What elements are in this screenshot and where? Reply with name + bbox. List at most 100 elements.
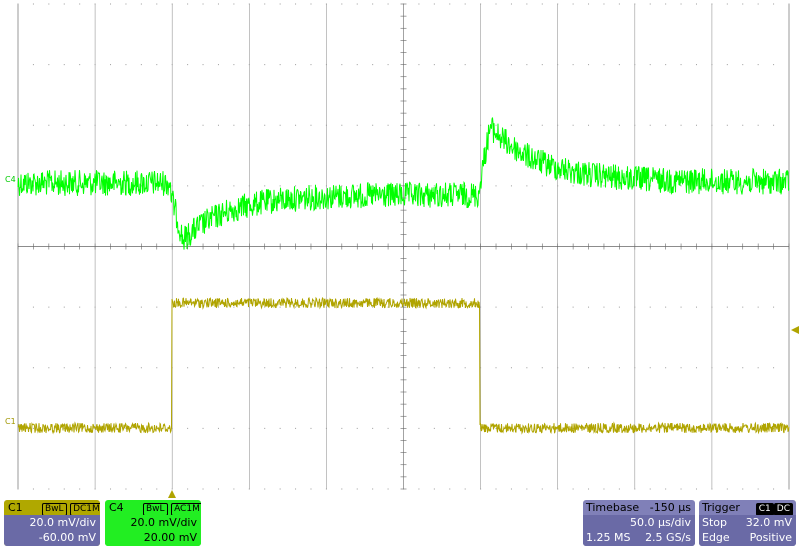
grid-dot <box>295 427 297 429</box>
grid-dot <box>187 427 189 429</box>
grid-dot <box>418 367 420 369</box>
grid-dot <box>572 64 574 66</box>
grid-dot <box>187 64 189 66</box>
grid-dot <box>742 488 744 490</box>
grid-dot <box>264 306 266 308</box>
grid-dot <box>541 306 543 308</box>
c1-channel-panel[interactable]: C1 BwL DC1M 20.0 mV/div -60.00 mV <box>4 500 100 546</box>
grid-dot <box>171 124 173 126</box>
grid-dot <box>356 64 358 66</box>
grid-dot <box>341 367 343 369</box>
grid-dot <box>264 124 266 126</box>
timebase-samples: 1.25 MS <box>586 531 631 544</box>
grid-dot <box>356 367 358 369</box>
c1-coupling-tag: DC1M <box>70 502 100 516</box>
grid-dot <box>773 367 775 369</box>
grid-dot <box>372 124 374 126</box>
grid-dot <box>32 427 34 429</box>
trigger-source-tag: C1 <box>755 502 774 516</box>
grid-dot <box>279 64 281 66</box>
grid-dot <box>634 124 636 126</box>
grid-dot <box>557 185 559 187</box>
timebase-header: Timebase -150 µs <box>583 500 695 515</box>
grid-dot <box>387 427 389 429</box>
grid-dot <box>449 124 451 126</box>
grid-dot <box>279 306 281 308</box>
grid-dot <box>341 124 343 126</box>
grid-dot <box>557 367 559 369</box>
grid-dot <box>788 488 790 490</box>
grid-dot <box>480 124 482 126</box>
grid-dot <box>187 367 189 369</box>
trigger-panel[interactable]: Trigger C1 DC Stop 32.0 mV Edge Positive <box>699 500 796 546</box>
grid-dot <box>217 64 219 66</box>
c4-bw-limit-tag: BwL <box>143 502 168 516</box>
grid-dot <box>17 427 19 429</box>
grid-dot <box>295 306 297 308</box>
grid-dot <box>773 488 775 490</box>
grid-dot <box>557 64 559 66</box>
grid-dot <box>125 64 127 66</box>
grid-dot <box>495 124 497 126</box>
grid-dot <box>217 306 219 308</box>
trigger-header: Trigger C1 DC <box>699 500 796 516</box>
grid-dot <box>325 488 327 490</box>
c1-panel-header: C1 BwL DC1M <box>4 500 100 516</box>
trigger-label: Trigger <box>702 501 740 514</box>
grid-dot <box>557 124 559 126</box>
grid-dot <box>773 124 775 126</box>
grid-dot <box>618 64 620 66</box>
grid-dot <box>726 367 728 369</box>
grid-dot <box>480 306 482 308</box>
grid-dot <box>356 124 358 126</box>
grid-dot <box>449 488 451 490</box>
grid-dot <box>310 427 312 429</box>
grid-dot <box>665 367 667 369</box>
grid-dot <box>510 64 512 66</box>
grid-dot <box>63 306 65 308</box>
timebase-panel[interactable]: Timebase -150 µs 50.0 µs/div 1.25 MS 2.5… <box>583 500 695 546</box>
grid-dot <box>726 124 728 126</box>
grid-dot <box>310 185 312 187</box>
timebase-scale: 50.0 µs/div <box>630 516 691 529</box>
grid-dot <box>541 64 543 66</box>
grid-dot <box>325 185 327 187</box>
grid-dot <box>726 3 728 5</box>
grid-dot <box>695 124 697 126</box>
grid-dot <box>156 367 158 369</box>
grid-dot <box>603 488 605 490</box>
grid-dot <box>248 64 250 66</box>
grid-dot <box>372 3 374 5</box>
grid-dot <box>526 124 528 126</box>
grid-dot <box>387 306 389 308</box>
grid-dot <box>526 185 528 187</box>
grid-dot <box>32 306 34 308</box>
grid-dot <box>32 3 34 5</box>
grid-dot <box>634 306 636 308</box>
grid-dot <box>418 306 420 308</box>
trigger-type: Edge <box>702 531 730 544</box>
grid-dot <box>464 367 466 369</box>
grid-dot <box>233 367 235 369</box>
grid-dot <box>418 488 420 490</box>
grid-dot <box>171 64 173 66</box>
grid-dot <box>665 124 667 126</box>
grid-dot <box>526 306 528 308</box>
grid-dot <box>125 367 127 369</box>
grid-dot <box>480 488 482 490</box>
grid-dot <box>541 3 543 5</box>
grid-dot <box>649 3 651 5</box>
grid-dot <box>48 124 50 126</box>
grid-dot <box>233 3 235 5</box>
grid-dot <box>140 64 142 66</box>
grid-dot <box>372 367 374 369</box>
grid-dot <box>726 64 728 66</box>
grid-dot <box>788 367 790 369</box>
grid-dot <box>372 427 374 429</box>
grid-dot <box>603 124 605 126</box>
c4-marker: C4 <box>5 175 16 184</box>
grid-dot <box>464 488 466 490</box>
grid-dot <box>156 3 158 5</box>
c4-channel-panel[interactable]: C4 BwL AC1M 20.0 mV/div 20.00 mV <box>105 500 201 546</box>
grid-dot <box>649 367 651 369</box>
